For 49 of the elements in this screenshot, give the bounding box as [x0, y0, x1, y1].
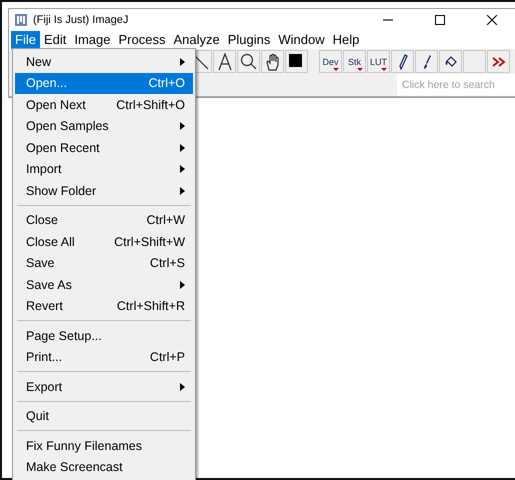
menu-item[interactable]: Close Ctrl+W: [15, 210, 193, 231]
toolbar-button[interactable]: [213, 50, 236, 73]
double-chevron-icon: [492, 56, 506, 66]
window-title: (Fiji Is Just) ImageJ: [33, 14, 130, 26]
menu-bar-item[interactable]: Image: [70, 31, 114, 49]
menu-item[interactable]: Print... Ctrl+P: [15, 346, 193, 368]
color-swatch-icon: [288, 54, 304, 70]
magnifier-icon: [240, 53, 257, 70]
menu-item[interactable]: Open Next Ctrl+Shift+O: [15, 94, 193, 116]
menu-item[interactable]: Open Recent: [15, 137, 193, 158]
menu-bar-item[interactable]: Plugins: [224, 31, 274, 49]
menu-bar-item[interactable]: Help: [328, 31, 364, 49]
toolbar-button[interactable]: [391, 50, 414, 73]
toolbar-button[interactable]: [261, 50, 284, 73]
menu-bar-item[interactable]: Edit: [40, 31, 70, 49]
toolbar-button[interactable]: [439, 50, 462, 73]
menu-item[interactable]: Show Folder: [15, 180, 193, 202]
menu-item[interactable]: Quit: [15, 406, 193, 427]
toolbar-button[interactable]: [415, 50, 438, 73]
menu-item[interactable]: Page Setup...: [15, 325, 193, 346]
menu-item[interactable]: Fix Funny Filenames: [15, 435, 193, 456]
toolbar-button[interactable]: [285, 50, 308, 73]
search-field[interactable]: Click here to search: [397, 74, 515, 96]
menu-item[interactable]: Open Samples: [15, 116, 193, 137]
brush-icon: [422, 54, 432, 70]
toolbar-menu-button[interactable]: Dev: [319, 50, 342, 73]
menu-item[interactable]: Save Ctrl+S: [15, 252, 193, 274]
paint-bucket-icon: [444, 54, 458, 68]
toolbar-menu-button[interactable]: LUT: [367, 50, 390, 73]
menu-bar-item[interactable]: Window: [274, 31, 329, 49]
menu-item[interactable]: New: [15, 51, 193, 72]
close-icon: [487, 15, 497, 25]
menu-item[interactable]: Make Screencast: [15, 456, 193, 478]
menu-item[interactable]: Import: [15, 158, 193, 180]
menu-item[interactable]: Revert Ctrl+Shift+R: [15, 296, 193, 317]
menu-bar-item[interactable]: Analyze: [169, 31, 224, 49]
menu-item[interactable]: Close All Ctrl+Shift+W: [15, 231, 193, 252]
menu-bar-item[interactable]: Process: [114, 31, 170, 49]
text-tool-icon: [216, 52, 232, 70]
menu-item[interactable]: Export: [15, 376, 193, 398]
hand-icon: [264, 52, 280, 70]
pencil-icon: [398, 54, 408, 70]
toolbar-menu-button[interactable]: Stk: [343, 50, 366, 73]
menu-item[interactable]: Save As: [15, 274, 193, 296]
menu-item[interactable]: Open... Ctrl+O: [15, 72, 193, 94]
app-icon: [15, 14, 27, 26]
toolbar-button[interactable]: [237, 50, 260, 73]
menu-bar-item[interactable]: File: [11, 31, 40, 49]
maximize-icon: [435, 15, 445, 25]
